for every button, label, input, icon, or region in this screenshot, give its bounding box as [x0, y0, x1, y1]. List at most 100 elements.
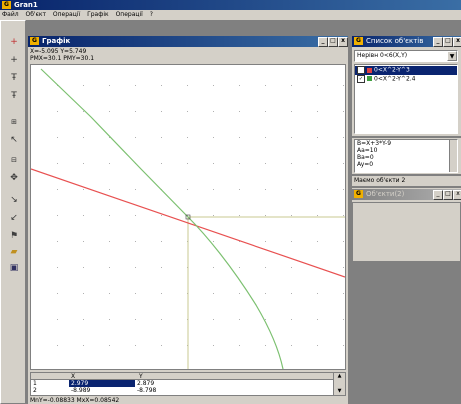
list-item[interactable]: ✓ 0<X^2-Y^3 [355, 66, 457, 75]
plus-icon[interactable]: + [3, 53, 25, 68]
grid-dot [135, 345, 136, 346]
properties-scrollbar[interactable] [449, 140, 457, 172]
ruler-icon[interactable]: ⊟ [3, 153, 25, 168]
save-icon[interactable]: ▣ [3, 261, 25, 276]
minimize-button[interactable]: _ [318, 37, 328, 47]
grid-dot [83, 189, 84, 190]
cursor-icon[interactable]: ↖ [3, 133, 25, 148]
checkbox[interactable]: ✓ [357, 74, 365, 83]
grid-dot [135, 215, 136, 216]
grid-dot [291, 215, 292, 216]
plus-icon[interactable]: + [3, 35, 25, 50]
grid-dot [239, 319, 240, 320]
menu-item-file[interactable]: Файл [2, 11, 19, 18]
close-button[interactable]: x [453, 190, 461, 200]
table-scrollbar[interactable]: ▲ ▼ [333, 373, 345, 395]
grid-dot [57, 241, 58, 242]
table-row[interactable]: 2 -8.989 -8.798 [31, 387, 333, 394]
grid-dot [213, 241, 214, 242]
grid-dot [187, 163, 188, 164]
grid-dot [213, 215, 214, 216]
list-item-label: 0<X^2-Y^2.4 [374, 75, 416, 82]
flag-icon[interactable]: ⚑ [3, 229, 25, 244]
plot-area[interactable] [30, 64, 346, 370]
inactive-window-title: Об'єкти(2) [366, 190, 405, 198]
grid-dot [291, 241, 292, 242]
folder-icon[interactable]: ▰ [3, 245, 25, 260]
inactive-window-titlebar: G Об'єкти(2) _ □ x [352, 189, 461, 200]
grid-dot [317, 293, 318, 294]
table-cell-n: 2 [33, 387, 37, 394]
pi-icon[interactable]: Ŧ [3, 89, 25, 104]
grid-dot [83, 345, 84, 346]
grid-dot [265, 293, 266, 294]
table-cell-y[interactable]: -8.798 [137, 387, 156, 394]
menu-item-object[interactable]: Об'єкт [26, 11, 46, 18]
menu-item-operations-2[interactable]: Операції [116, 11, 143, 18]
graph-window: G Графік _ □ x X=-5.095 Y=5.749 PMX=30.1… [28, 36, 348, 404]
move-icon[interactable]: ✥ [3, 171, 25, 186]
table-footer: MnY=-0.08833 MxX=0.08542 [30, 397, 120, 404]
grid-dot [213, 137, 214, 138]
grid-dot [239, 163, 240, 164]
maximize-button[interactable]: □ [443, 37, 453, 47]
grid-dot [343, 163, 344, 164]
maximize-button[interactable]: □ [443, 190, 453, 200]
table-cell-y[interactable]: 2.879 [137, 380, 154, 387]
tool-icon[interactable]: ↙ [3, 211, 25, 226]
property-line: B=X+3*Y-9 [357, 140, 392, 147]
list-item[interactable]: ✓ 0<X^2-Y^2.4 [355, 74, 457, 84]
grid-dot [109, 319, 110, 320]
maximize-button[interactable]: □ [328, 37, 338, 47]
minimize-button[interactable]: _ [433, 37, 443, 47]
minimize-button[interactable]: _ [433, 190, 443, 200]
grid-dot [343, 137, 344, 138]
app-titlebar: G Gran1 [0, 0, 461, 10]
close-button[interactable]: x [453, 37, 461, 47]
grid-dot [135, 293, 136, 294]
table-cell-n: 1 [33, 380, 37, 387]
table-cell-x[interactable]: 2.979 [69, 380, 135, 387]
table-row[interactable]: 1 2.979 2.879 [31, 380, 333, 387]
grid-dot [109, 215, 110, 216]
grid-dot [135, 85, 136, 86]
grid-dot [57, 137, 58, 138]
plot-svg [31, 68, 345, 369]
grid-dot [317, 111, 318, 112]
objects-window-title: Список об'єктів [366, 37, 424, 45]
grid-dot [317, 163, 318, 164]
pi-icon[interactable]: Ŧ [3, 71, 25, 86]
menu-item-help[interactable]: ? [150, 11, 153, 18]
object-type-select[interactable]: Нерівн 0<6(X,Y) ▼ [354, 50, 458, 62]
scroll-up-icon[interactable]: ▲ [334, 373, 345, 380]
grid-dot [57, 267, 58, 268]
grid-dot [343, 267, 344, 268]
properties-textbox[interactable]: B=X+3*Y-9 Aa=10 Ba=0 Ay=0 [354, 139, 458, 173]
menu-item-graph[interactable]: Графік [87, 11, 109, 18]
grid-dot [343, 293, 344, 294]
grid-dot [187, 85, 188, 86]
scroll-down-icon[interactable]: ▼ [334, 388, 345, 395]
tool-icon[interactable]: ↘ [3, 193, 25, 208]
grid-dot [135, 267, 136, 268]
grid-dot [83, 267, 84, 268]
grid-dot [265, 85, 266, 86]
green-curve [40, 68, 284, 369]
grid-dot [135, 319, 136, 320]
chevron-down-icon[interactable]: ▼ [447, 51, 457, 61]
ruler-icon[interactable]: ⊞ [3, 115, 25, 130]
menu-item-operations[interactable]: Операції [53, 11, 80, 18]
checkbox[interactable]: ✓ [357, 66, 365, 74]
grid-dot [83, 85, 84, 86]
grid-dot [317, 241, 318, 242]
grid-dot [317, 345, 318, 346]
grid-dot [343, 215, 344, 216]
grid-dot [109, 111, 110, 112]
inactive-window-body [352, 202, 461, 262]
table-cell-x[interactable]: -8.989 [71, 387, 90, 394]
objects-list: ✓ 0<X^2-Y^3 ✓ 0<X^2-Y^2.4 [354, 64, 458, 134]
close-button[interactable]: x [338, 37, 348, 47]
grid-dot [265, 319, 266, 320]
grid-dot [213, 189, 214, 190]
grid-dot [265, 215, 266, 216]
